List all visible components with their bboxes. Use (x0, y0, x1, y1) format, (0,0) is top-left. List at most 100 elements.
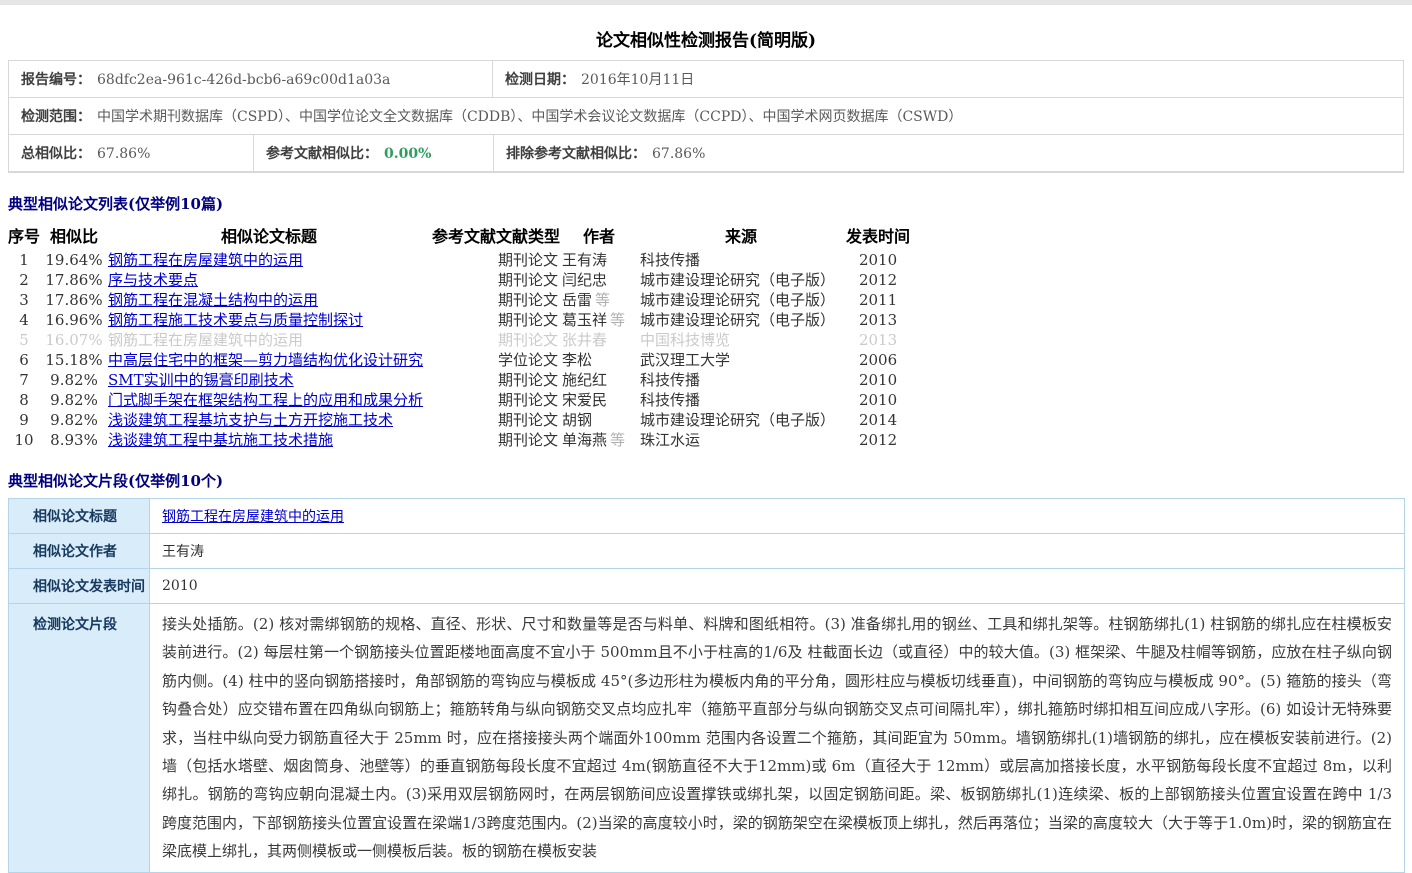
table-row: 7 9.82% SMT实训中的锡膏印刷技术 期刊论文 施纪红 科技传播 2010 (6, 370, 912, 390)
publish-year: 2013 (844, 330, 912, 350)
paper-title-link[interactable]: SMT实训中的锡膏印刷技术 (108, 371, 294, 389)
fragment-title-label: 相似论文标题 (9, 499, 150, 534)
paper-title-link[interactable]: 浅谈建筑工程中基坑施工技术措施 (108, 431, 333, 449)
row-index: 9 (6, 410, 42, 430)
publish-year: 2012 (844, 270, 912, 290)
page-title: 论文相似性检测报告(简明版) (0, 26, 1412, 51)
source-name: 城市建设理论研究（电子版） (638, 310, 844, 330)
total-similarity-label: 总相似比： (21, 146, 91, 162)
row-index: 4 (6, 310, 42, 330)
publish-year: 2014 (844, 410, 912, 430)
doc-type: 期刊论文 (496, 370, 560, 390)
doc-type: 期刊论文 (496, 430, 560, 450)
row-index: 8 (6, 390, 42, 410)
detection-scope-label: 检测范围： (21, 109, 91, 125)
fragment-year-value: 2010 (150, 569, 1405, 604)
publish-year: 2010 (844, 250, 912, 270)
fragment-year-row: 相似论文发表时间 2010 (9, 569, 1405, 604)
publish-year: 2011 (844, 290, 912, 310)
report-number-label: 报告编号： (21, 72, 91, 88)
fragment-title-row: 相似论文标题 钢筋工程在房屋建筑中的运用 (9, 499, 1405, 534)
header-doc-type: 文献类型 (496, 221, 560, 250)
source-name: 武汉理工大学 (638, 350, 844, 370)
row-index: 1 (6, 250, 42, 270)
source-name: 科技传播 (638, 390, 844, 410)
excluding-reference-similarity-value: 67.86% (652, 146, 705, 162)
reference-similarity-cell: 参考文献相似比：0.00% (253, 135, 493, 171)
similarity-value: 17.86% (42, 270, 106, 290)
doc-type: 期刊论文 (496, 390, 560, 410)
table-row: 6 15.18% 中高层住宅中的框架—剪力墙结构优化设计研究 学位论文 李松 武… (6, 350, 912, 370)
publish-year: 2010 (844, 370, 912, 390)
paper-title-link[interactable]: 钢筋工程在混凝土结构中的运用 (108, 291, 318, 309)
paper-title-link[interactable]: 钢筋工程施工技术要点与质量控制探讨 (108, 311, 363, 329)
paper-title-link[interactable]: 浅谈建筑工程基坑支护与土方开挖施工技术 (108, 411, 393, 429)
similarity-value: 19.64% (42, 250, 106, 270)
source-name: 城市建设理论研究（电子版） (638, 410, 844, 430)
similarity-value: 16.07% (42, 330, 106, 350)
doc-type: 期刊论文 (496, 270, 560, 290)
detection-date-value: 2016年10月11日 (581, 72, 694, 88)
paper-title-link[interactable]: 钢筋工程在房屋建筑中的运用 (108, 251, 303, 269)
report-number-cell: 报告编号： 68dfc2ea-961c-426d-bcb6-a69c00d1a03… (9, 61, 492, 97)
table-row: 1 19.64% 钢筋工程在房屋建筑中的运用 期刊论文 王有涛 科技传播 201… (6, 250, 912, 270)
header-source: 来源 (638, 221, 844, 250)
publish-year: 2006 (844, 350, 912, 370)
similar-fragment-table: 相似论文标题 钢筋工程在房屋建筑中的运用 相似论文作者 王有涛 相似论文发表时间… (8, 498, 1405, 873)
publish-year: 2013 (844, 310, 912, 330)
etc-suffix: 等 (610, 311, 625, 329)
similarity-value: 9.82% (42, 390, 106, 410)
excluding-reference-similarity-cell: 排除参考文献相似比： 67.86% (493, 135, 1403, 171)
header-index: 序号 (6, 221, 42, 250)
report-info-row-3: 总相似比： 67.86% 参考文献相似比：0.00% 排除参考文献相似比： 67.8… (9, 135, 1403, 172)
row-index: 3 (6, 290, 42, 310)
reference-flag (432, 430, 496, 450)
detection-date-label: 检测日期： (505, 72, 575, 88)
similar-papers-section-title: 典型相似论文列表(仅举例10篇) (8, 193, 1412, 214)
total-similarity-cell: 总相似比： 67.86% (9, 135, 253, 171)
detection-date-cell: 检测日期： 2016年10月11日 (492, 61, 1403, 97)
doc-type: 期刊论文 (496, 290, 560, 310)
fragment-paper-title-link[interactable]: 钢筋工程在房屋建筑中的运用 (162, 509, 344, 525)
etc-suffix: 等 (595, 291, 610, 309)
doc-type: 学位论文 (496, 350, 560, 370)
source-name: 科技传播 (638, 370, 844, 390)
source-name: 城市建设理论研究（电子版） (638, 270, 844, 290)
table-row-muted: 5 16.07% 钢筋工程在房屋建筑中的运用 期刊论文 张井春 中国科技博览 2… (6, 330, 912, 350)
table-header-row: 序号 相似比 相似论文标题 参考文献 文献类型 作者 来源 发表时间 (6, 221, 912, 250)
reference-flag (432, 290, 496, 310)
header-reference: 参考文献 (432, 221, 496, 250)
row-index: 6 (6, 350, 42, 370)
fragment-year-label: 相似论文发表时间 (9, 569, 150, 604)
fragment-author-row: 相似论文作者 王有涛 (9, 534, 1405, 569)
similarity-value: 9.82% (42, 410, 106, 430)
similarity-value: 16.96% (42, 310, 106, 330)
report-info-row-2: 检测范围：中国学术期刊数据库（CSPD）、中国学位论文全文数据库（CDDB）、中… (9, 98, 1403, 135)
reference-flag (432, 270, 496, 290)
doc-type: 期刊论文 (496, 310, 560, 330)
table-row: 9 9.82% 浅谈建筑工程基坑支护与土方开挖施工技术 期刊论文 胡钢 城市建设… (6, 410, 912, 430)
report-info-table: 报告编号： 68dfc2ea-961c-426d-bcb6-a69c00d1a03… (8, 60, 1404, 173)
paper-title-link[interactable]: 序与技术要点 (108, 271, 198, 289)
paper-title-link[interactable]: 中高层住宅中的框架—剪力墙结构优化设计研究 (108, 351, 423, 369)
header-title: 相似论文标题 (106, 221, 432, 250)
similarity-value: 17.86% (42, 290, 106, 310)
similarity-value: 9.82% (42, 370, 106, 390)
author-name: 王有涛 (562, 251, 607, 269)
header-publish-time: 发表时间 (844, 221, 912, 250)
reference-similarity-label: 参考文献相似比： (266, 146, 378, 162)
excluding-reference-similarity-label: 排除参考文献相似比： (506, 146, 646, 162)
report-number-value: 68dfc2ea-961c-426d-bcb6-a69c00d1a03a (97, 72, 390, 88)
publish-year: 2010 (844, 390, 912, 410)
fragment-text-row: 检测论文片段 接头处插筋。(2) 核对需绑钢筋的规格、直径、形状、尺寸和数量等是… (9, 604, 1405, 873)
table-row: 4 16.96% 钢筋工程施工技术要点与质量控制探讨 期刊论文 葛玉祥等 城市建… (6, 310, 912, 330)
total-similarity-value: 67.86% (97, 146, 150, 162)
reference-flag (432, 310, 496, 330)
fragment-author-value: 王有涛 (150, 534, 1405, 569)
doc-type: 期刊论文 (496, 250, 560, 270)
similar-papers-table: 序号 相似比 相似论文标题 参考文献 文献类型 作者 来源 发表时间 1 19.… (6, 221, 912, 450)
source-name: 中国科技博览 (638, 330, 844, 350)
source-name: 珠江水运 (638, 430, 844, 450)
reference-flag (432, 410, 496, 430)
paper-title-link[interactable]: 门式脚手架在框架结构工程上的应用和成果分析 (108, 391, 423, 409)
